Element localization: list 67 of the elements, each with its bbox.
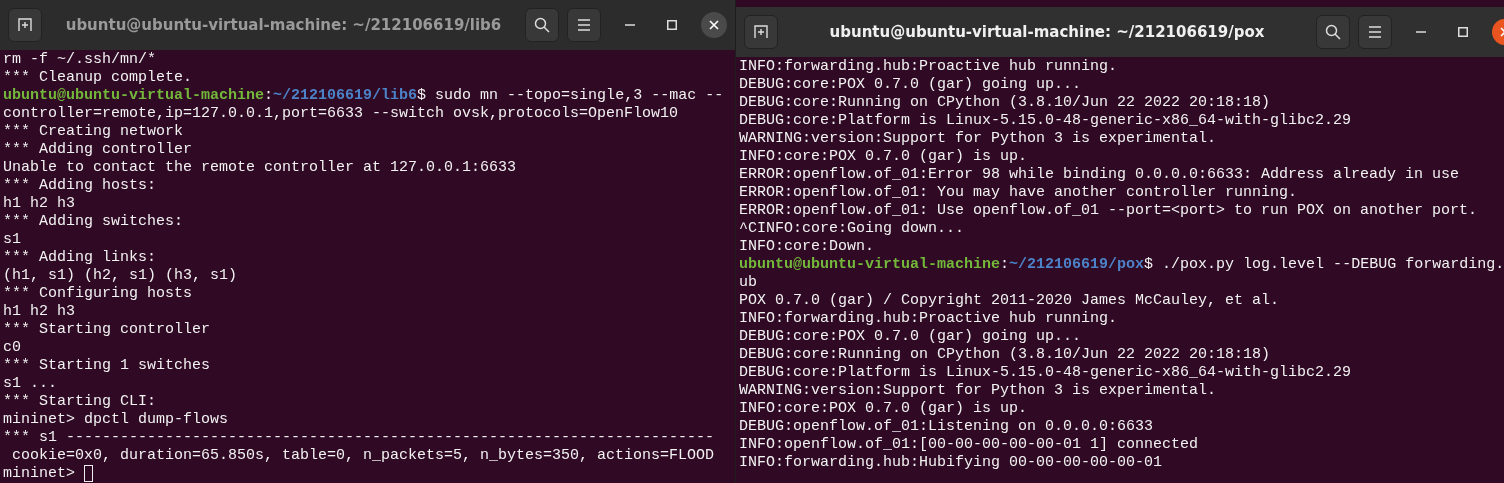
output-line: *** Adding switches: (3, 213, 184, 230)
output-line: INFO:core:POX 0.7.0 (gar) is up. (739, 400, 1028, 417)
output-line: INFO:forwarding.hub:Proactive hub running. (739, 58, 1118, 75)
search-button[interactable] (1316, 15, 1350, 49)
output-line: h1 h2 h3 (3, 195, 75, 212)
output-line: *** Starting 1 switches (3, 357, 211, 374)
close-button[interactable] (701, 12, 727, 38)
close-icon (709, 20, 719, 30)
window-title: ubuntu@ubuntu-virtual-machine: ~/212106619/lib6 (64, 16, 503, 34)
new-tab-button[interactable] (8, 8, 42, 42)
output-line: c0 (3, 339, 21, 356)
output-line: WARNING:version:Support for Python 3 is experimental. (739, 382, 1217, 399)
maximize-icon (667, 20, 677, 30)
output-line: controller=remote,ip=127.0.0.1,port=6633 --switch ovsk,protocols=OpenFlow10 (3, 105, 679, 122)
new-tab-icon (754, 25, 768, 39)
menu-button[interactable] (567, 8, 601, 42)
menu-icon (577, 19, 591, 31)
output-line: *** Starting CLI: (3, 393, 157, 410)
output-line: *** s1 ------------------------------------------------------------------------ (3, 429, 715, 446)
output-line: INFO:forwarding.hub:Proactive hub running. (739, 310, 1118, 327)
output-line: DEBUG:core:Running on CPython (3.8.10/Jun 22 2022 20:18:18) (739, 94, 1271, 111)
output-line: DEBUG:openflow.of_01:Listening on 0.0.0.0:6633 (739, 418, 1154, 435)
output-line: cookie=0x0, duration=65.850s, table=0, n_packets=5, n_bytes=350, actions=FLOOD (11, 447, 715, 464)
search-icon (534, 17, 550, 33)
output-line: rm -f ~/.ssh/mn/* (3, 51, 157, 68)
output-line: *** Adding links: (3, 249, 157, 266)
output-line: DEBUG:core:POX 0.7.0 (gar) going up... (739, 76, 1082, 93)
command-line: ubuntu@ubuntu-virtual-machine:~/212106619/lib6$ sudo mn --topo=single,3 --mac -- (3, 87, 724, 104)
search-icon (1325, 24, 1341, 40)
output-line: DEBUG:core:Platform is Linux-5.15.0-48-generic-x86_64-with-glibc2.29 (739, 364, 1352, 381)
minimize-icon (625, 24, 635, 26)
output-line: ERROR:openflow.of_01: You may have another controller running. (739, 184, 1298, 201)
output-line: INFO:forwarding.hub:Hubifying 00-00-00-00-00-01 (739, 454, 1163, 471)
output-line: DEBUG:core:Platform is Linux-5.15.0-48-generic-x86_64-with-glibc2.29 (739, 112, 1352, 129)
new-tab-button[interactable] (744, 15, 778, 49)
output-line: s1 (3, 231, 21, 248)
menu-button[interactable] (1358, 15, 1392, 49)
output-line: *** Starting controller (3, 321, 211, 338)
output-line: ERROR:openflow.of_01:Error 98 while binding 0.0.0.0:6633: Address already in use (739, 166, 1460, 183)
prompt-text: mininet> (3, 465, 75, 482)
output-line: DEBUG:core:Running on CPython (3.8.10/Jun 22 2022 20:18:18) (739, 346, 1271, 363)
output-line: POX 0.7.0 (gar) / Copyright 2011-2020 James McCauley, et al. (739, 292, 1280, 309)
output-line: *** Adding hosts: (3, 177, 157, 194)
output-line: ub (739, 274, 757, 291)
output-line: (h1, s1) (h2, s1) (h3, s1) (3, 267, 238, 284)
output-line: *** Creating network (3, 123, 184, 140)
output-line: mininet> dpctl dump-flows (3, 411, 229, 428)
maximize-icon (1458, 27, 1468, 37)
output-line: ^CINFO:core:Going down... (739, 220, 965, 237)
output-line: INFO:core:Down. (739, 238, 875, 255)
output-line: Unable to contact the remote controller at 127.0.0.1:6633 (3, 159, 517, 176)
output-line: *** Cleanup complete. (3, 69, 193, 86)
output-line: s1 ... (3, 375, 57, 392)
menu-icon (1368, 26, 1382, 38)
minimize-icon (1416, 31, 1426, 33)
output-line: *** Configuring hosts (3, 285, 193, 302)
output-line: ERROR:openflow.of_01: Use openflow.of_01 --port=<port> to run POX on another port. (739, 202, 1478, 219)
output-line: INFO:openflow.of_01:[00-00-00-00-00-01 1] connected (739, 436, 1199, 453)
window-title: ubuntu@ubuntu-virtual-machine: ~/212106619/pox (828, 23, 1266, 41)
output-line: INFO:core:POX 0.7.0 (gar) is up. (739, 148, 1028, 165)
output-line: WARNING:version:Support for Python 3 is experimental. (739, 130, 1217, 147)
output-line: DEBUG:core:POX 0.7.0 (gar) going up... (739, 328, 1082, 345)
output-line: *** Adding controller (3, 141, 193, 158)
search-button[interactable] (525, 8, 559, 42)
output-line: h1 h2 h3 (3, 303, 75, 320)
command-line: ubuntu@ubuntu-virtual-machine:~/212106619/pox$ ./pox.py log.level --DEBUG forwarding. (739, 256, 1504, 273)
new-tab-icon (18, 18, 32, 32)
